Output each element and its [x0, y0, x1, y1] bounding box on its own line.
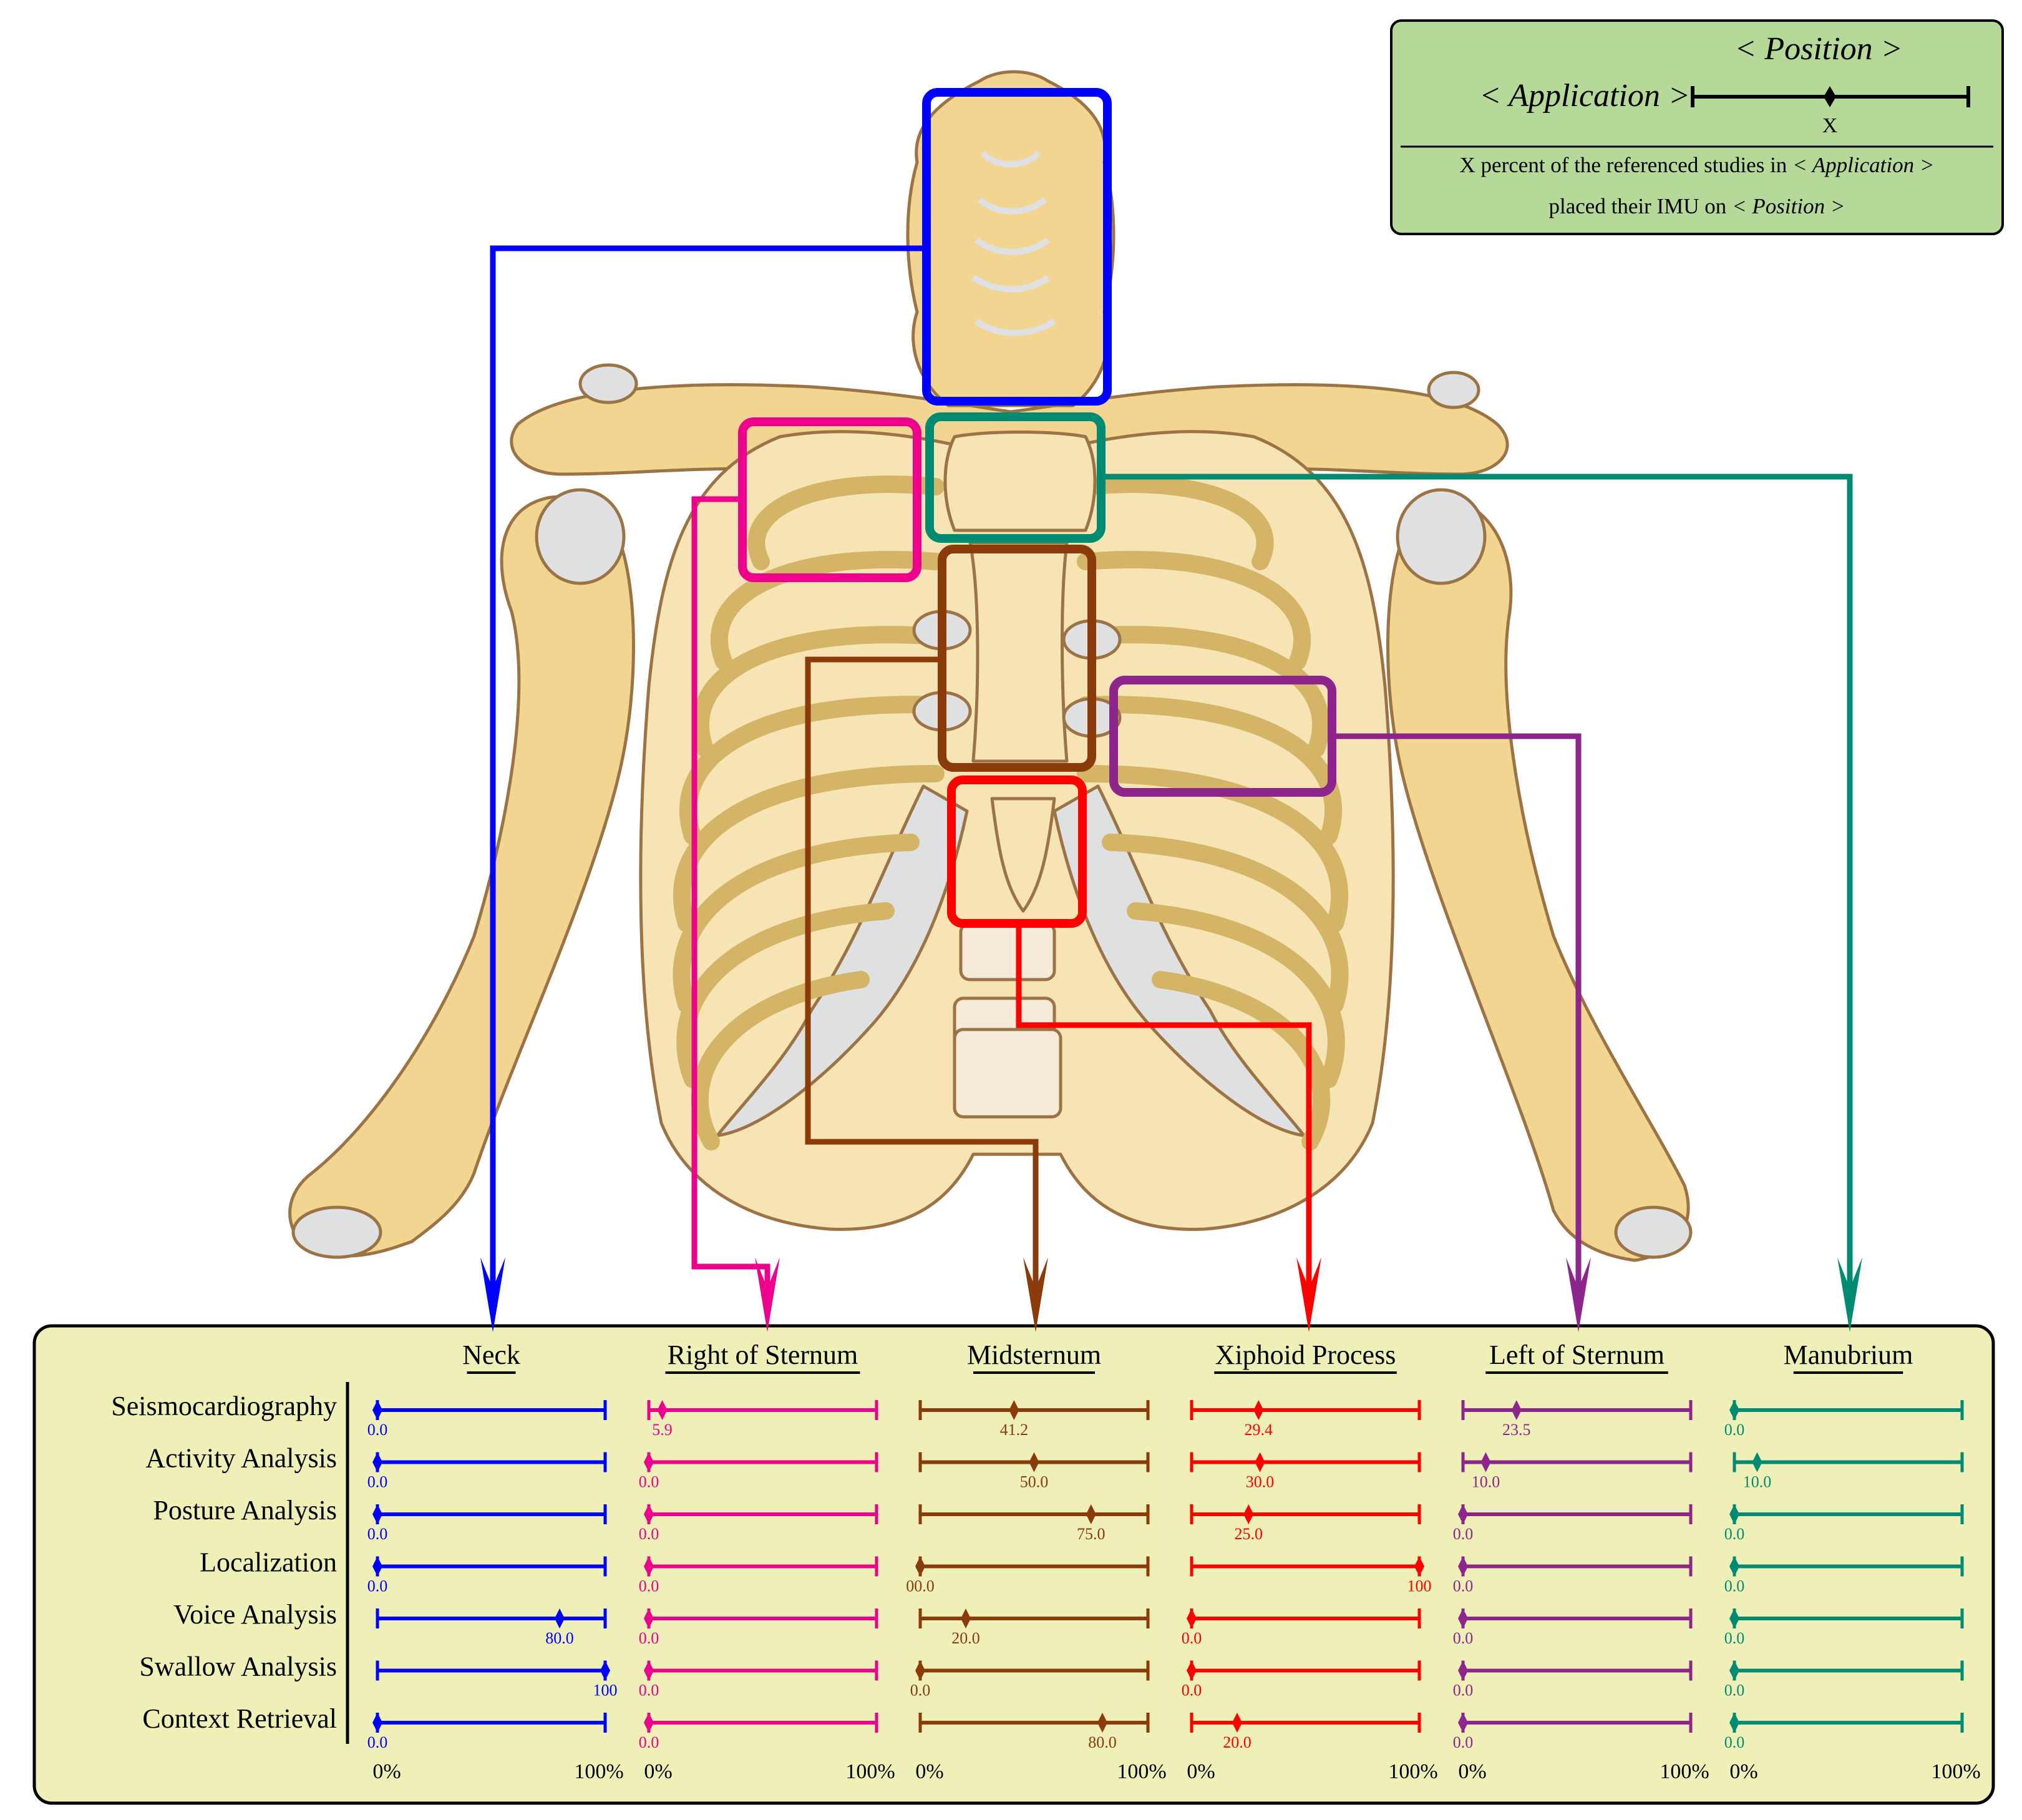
axis-min-label: 0%: [1458, 1760, 1486, 1783]
value-label: 41.2: [1000, 1421, 1029, 1439]
value-label: 0.0: [1724, 1421, 1745, 1439]
left-shoulder-joint: [1396, 488, 1487, 585]
value-label: 00.0: [906, 1577, 935, 1595]
right-acromion: [578, 363, 638, 404]
axis-max-label: 100%: [1388, 1760, 1437, 1783]
application-label: Activity Analysis: [145, 1443, 337, 1474]
thoracic-vertebra: [959, 922, 1056, 981]
value-label: 0.0: [639, 1629, 659, 1647]
connector-arrowheads: [480, 1257, 1862, 1332]
value-label: 50.0: [1020, 1473, 1049, 1491]
axis-max-label: 100%: [1931, 1760, 1980, 1783]
right-shoulder-joint: [535, 488, 626, 585]
value-label: 0.0: [367, 1473, 388, 1491]
value-label: 10.0: [1472, 1473, 1500, 1491]
legend-position-label: < Position >: [1734, 31, 1903, 67]
thoracic-vertebra: [953, 1028, 1062, 1119]
sternum-body: [968, 541, 1069, 763]
value-label: 20.0: [951, 1629, 980, 1647]
value-label: 0.0: [639, 1473, 659, 1491]
value-label: 0.0: [367, 1733, 388, 1751]
application-label: Swallow Analysis: [139, 1652, 337, 1682]
axis-max-label: 100%: [574, 1760, 623, 1783]
value-label: 0.0: [1724, 1629, 1745, 1647]
value-label: 25.0: [1235, 1525, 1263, 1543]
column-header: Left of Sternum: [1489, 1340, 1665, 1370]
value-label: 23.5: [1502, 1421, 1531, 1439]
left-humerus: [1386, 497, 1690, 1262]
value-label: 0.0: [367, 1577, 388, 1595]
value-label: 75.0: [1077, 1525, 1106, 1543]
legend-application-label: < Application >: [1479, 78, 1690, 114]
value-label: 0.0: [639, 1577, 659, 1595]
right-humerus: [288, 495, 635, 1258]
value-label: 80.0: [545, 1629, 574, 1647]
axis-min-label: 0%: [1729, 1760, 1757, 1783]
value-label: 80.0: [1088, 1733, 1117, 1751]
manubrium-bone: [943, 431, 1097, 532]
column-header: Right of Sternum: [668, 1340, 858, 1370]
legend-box: < Position > < Application > X X percent…: [1390, 19, 2004, 235]
axis-min-label: 0%: [1187, 1760, 1215, 1783]
value-label: 0.0: [1724, 1733, 1745, 1751]
value-label: 0.0: [1453, 1525, 1474, 1543]
value-label: 30.0: [1246, 1473, 1275, 1491]
value-label: 0.0: [910, 1681, 931, 1700]
column-header: Manubrium: [1784, 1340, 1913, 1370]
column-header: Xiphoid Process: [1215, 1340, 1396, 1370]
value-label: 0.0: [1182, 1629, 1202, 1647]
value-label: 0.0: [1453, 1577, 1474, 1595]
column-header: Midsternum: [967, 1340, 1101, 1370]
axis-max-label: 100%: [1660, 1760, 1709, 1783]
axis-max-label: 100%: [845, 1760, 895, 1783]
value-label: 100: [1407, 1577, 1432, 1595]
left-elbow-joint: [1614, 1205, 1693, 1259]
value-label: 0.0: [1453, 1733, 1474, 1751]
application-label: Localization: [200, 1547, 337, 1578]
cervical-spine: [906, 70, 1116, 407]
axis-min-label: 0%: [372, 1760, 401, 1783]
legend-caption-line-2: placed their IMU on < Position >: [1549, 194, 1845, 218]
value-label: 10.0: [1743, 1473, 1772, 1491]
application-label: Voice Analysis: [173, 1599, 337, 1630]
value-label: 20.0: [1223, 1733, 1252, 1751]
application-label: Context Retrieval: [142, 1703, 337, 1734]
value-label: 0.0: [1182, 1681, 1202, 1700]
value-label: 0.0: [639, 1525, 659, 1543]
value-label: 0.0: [1453, 1629, 1474, 1647]
application-label: Seismocardiography: [111, 1391, 337, 1421]
value-label: 0.0: [1724, 1681, 1745, 1700]
application-label: Posture Analysis: [153, 1495, 337, 1526]
value-label: 100: [593, 1681, 618, 1700]
value-label: 0.0: [639, 1733, 659, 1751]
value-label: 0.0: [1724, 1577, 1745, 1595]
data-panel: Seismocardiography Activity Analysis Postu…: [32, 1324, 1995, 1805]
axis-max-label: 100%: [1117, 1760, 1166, 1783]
axis-min-label: 0%: [644, 1760, 672, 1783]
value-label: 0.0: [367, 1525, 388, 1543]
imu-placement-diagram: < Position > < Application > X X percent…: [32, 19, 2004, 1805]
legend-marker-label: X: [1822, 114, 1838, 137]
left-acromion: [1427, 371, 1480, 409]
right-elbow-joint: [291, 1205, 382, 1259]
value-label: 0.0: [1453, 1681, 1474, 1700]
value-label: 29.4: [1245, 1421, 1273, 1439]
axis-min-label: 0%: [915, 1760, 943, 1783]
value-label: 0.0: [367, 1421, 388, 1439]
column-header: Neck: [462, 1340, 520, 1370]
value-label: 5.9: [652, 1421, 673, 1439]
legend-caption-line-1: X percent of the referenced studies in <…: [1460, 153, 1935, 177]
value-label: 0.0: [639, 1681, 659, 1700]
value-label: 0.0: [1724, 1525, 1745, 1543]
